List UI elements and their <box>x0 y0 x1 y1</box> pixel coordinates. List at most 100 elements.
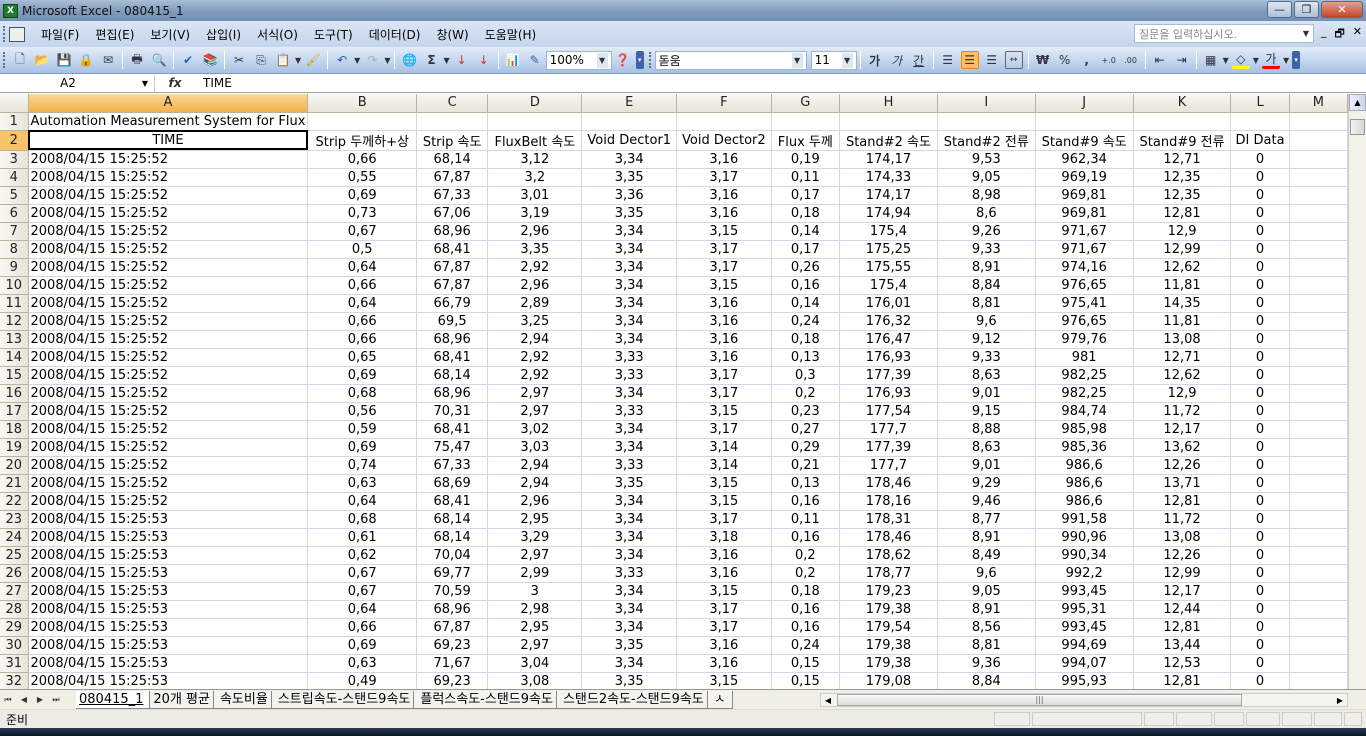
cell[interactable]: 3,17 <box>676 618 772 637</box>
cell[interactable]: 3,19 <box>487 204 583 223</box>
toolbar-grip[interactable] <box>3 26 6 42</box>
cell[interactable]: 12,9 <box>1133 222 1232 241</box>
cell[interactable] <box>1289 294 1348 313</box>
doc-minimize-button[interactable]: _ <box>1321 25 1327 44</box>
cell[interactable]: 67,87 <box>416 618 489 637</box>
select-all-corner[interactable] <box>0 94 29 113</box>
cell[interactable]: 68,96 <box>416 384 489 403</box>
cell[interactable]: 3,34 <box>581 222 678 241</box>
column-header[interactable]: A <box>28 94 309 113</box>
cell[interactable]: 9,05 <box>937 582 1036 601</box>
cell[interactable] <box>487 112 583 131</box>
row-header[interactable]: 9 <box>0 258 29 277</box>
menu-item[interactable]: 편집(E) <box>87 26 142 43</box>
cell[interactable] <box>676 112 772 131</box>
cell[interactable]: 70,59 <box>416 582 489 601</box>
cell[interactable]: 14,35 <box>1133 294 1232 313</box>
cell[interactable] <box>937 112 1036 131</box>
cell[interactable]: Stand#2 속도 <box>839 130 938 151</box>
cell[interactable]: 2,89 <box>487 294 583 313</box>
percent-button[interactable]: % <box>1056 51 1074 69</box>
cell[interactable] <box>1289 672 1348 689</box>
cell[interactable]: 0,67 <box>307 582 418 601</box>
cell[interactable]: 0 <box>1230 240 1290 259</box>
cell[interactable]: 12,35 <box>1133 168 1232 187</box>
cell[interactable]: 2008/04/15 15:25:53 <box>28 600 309 619</box>
cell[interactable]: 2008/04/15 15:25:52 <box>28 402 309 421</box>
cell[interactable]: 0,18 <box>771 330 841 349</box>
cell[interactable]: 2,92 <box>487 258 583 277</box>
cell[interactable]: 0,66 <box>307 330 418 349</box>
cell[interactable]: 2008/04/15 15:25:53 <box>28 618 309 637</box>
cell[interactable]: 3,36 <box>581 186 678 205</box>
cell[interactable]: 986,6 <box>1035 492 1134 511</box>
cell[interactable]: 9,26 <box>937 222 1036 241</box>
cell[interactable]: 0,64 <box>307 600 418 619</box>
column-header[interactable]: B <box>307 94 418 113</box>
cell[interactable]: 0,13 <box>771 474 841 493</box>
cell[interactable]: 9,36 <box>937 654 1036 673</box>
cell[interactable]: 3,15 <box>676 474 772 493</box>
scroll-right-icon[interactable]: ▶ <box>1337 696 1343 705</box>
row-header[interactable]: 16 <box>0 384 29 403</box>
cell[interactable]: 985,36 <box>1035 438 1134 457</box>
row-header[interactable]: 22 <box>0 492 29 511</box>
cell[interactable]: 3,16 <box>676 348 772 367</box>
cell[interactable]: 0 <box>1230 564 1290 583</box>
toolbar-options-icon[interactable]: ▾ <box>1292 51 1301 69</box>
cell[interactable]: 0 <box>1230 204 1290 223</box>
cell[interactable]: 3,33 <box>581 402 678 421</box>
menu-item[interactable]: 창(W) <box>428 26 476 43</box>
cell[interactable]: 2008/04/15 15:25:52 <box>28 456 309 475</box>
cell[interactable]: 68,69 <box>416 474 489 493</box>
email-icon[interactable]: ✉ <box>99 51 117 69</box>
cell[interactable]: 12,44 <box>1133 600 1232 619</box>
cell[interactable]: 8,63 <box>937 366 1036 385</box>
cell[interactable]: 3,17 <box>676 384 772 403</box>
cell[interactable]: 0 <box>1230 654 1290 673</box>
sheet-tab[interactable]: 20개 평균 <box>146 690 217 709</box>
cell[interactable]: 12,26 <box>1133 546 1232 565</box>
cell[interactable]: 3,17 <box>676 258 772 277</box>
row-header[interactable]: 14 <box>0 348 29 367</box>
cell[interactable]: 3,34 <box>581 438 678 457</box>
cell[interactable]: 8,98 <box>937 186 1036 205</box>
cell[interactable]: 2,97 <box>487 384 583 403</box>
cell[interactable]: 3,18 <box>676 528 772 547</box>
cell[interactable]: 3,34 <box>581 276 678 295</box>
cell[interactable]: 12,81 <box>1133 618 1232 637</box>
column-header[interactable]: J <box>1035 94 1134 113</box>
prev-sheet-icon[interactable]: ◀ <box>18 695 30 705</box>
menu-item[interactable]: 도움말(H) <box>477 26 545 43</box>
format-painter-icon[interactable]: 🖌 <box>304 51 322 69</box>
cell[interactable]: 0 <box>1230 492 1290 511</box>
cell[interactable] <box>1289 474 1348 493</box>
cell[interactable]: 0 <box>1230 258 1290 277</box>
menu-item[interactable]: 데이터(D) <box>361 26 429 43</box>
row-header[interactable]: 32 <box>0 672 29 689</box>
redo-icon[interactable]: ↷ <box>363 51 381 69</box>
cell[interactable]: 0,74 <box>307 456 418 475</box>
cell[interactable] <box>1289 384 1348 403</box>
cell[interactable]: 2008/04/15 15:25:52 <box>28 276 309 295</box>
cell[interactable]: 3,14 <box>676 456 772 475</box>
cell[interactable]: 976,65 <box>1035 312 1134 331</box>
row-header[interactable]: 8 <box>0 240 29 259</box>
vertical-scrollbar[interactable]: ▲ <box>1348 94 1366 689</box>
cell[interactable]: 8,84 <box>937 276 1036 295</box>
row-header[interactable]: 20 <box>0 456 29 475</box>
row-header[interactable]: 23 <box>0 510 29 529</box>
cell[interactable]: 0,21 <box>771 456 841 475</box>
cell[interactable] <box>1289 438 1348 457</box>
cell[interactable]: 0 <box>1230 294 1290 313</box>
cell[interactable]: 2,96 <box>487 276 583 295</box>
cell[interactable] <box>307 112 418 131</box>
cell[interactable] <box>1289 204 1348 223</box>
cell[interactable]: 178,31 <box>839 510 938 529</box>
cell[interactable]: 3,34 <box>581 384 678 403</box>
cell[interactable]: 70,04 <box>416 546 489 565</box>
row-header[interactable]: 12 <box>0 312 29 331</box>
cell[interactable]: 2008/04/15 15:25:52 <box>28 186 309 205</box>
row-header[interactable]: 13 <box>0 330 29 349</box>
cell[interactable]: 3,34 <box>581 600 678 619</box>
